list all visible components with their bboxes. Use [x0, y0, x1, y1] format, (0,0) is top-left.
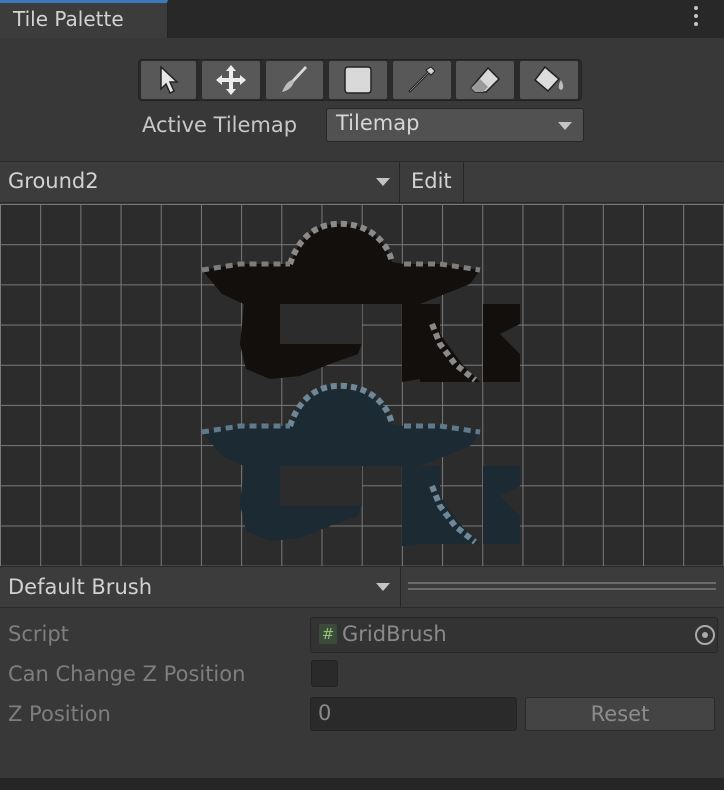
- move-tool-button[interactable]: [201, 60, 261, 100]
- z-position-label: Z Position: [8, 702, 111, 726]
- dark-tiles: [201, 220, 520, 383]
- paint-brush-tool-button[interactable]: [265, 60, 324, 100]
- eraser-tool-button[interactable]: [455, 60, 515, 100]
- script-label: Script: [8, 622, 69, 646]
- box-fill-icon: [344, 66, 372, 94]
- palette-tiles: [201, 220, 520, 546]
- eraser-icon: [469, 66, 501, 93]
- chevron-down-icon: [376, 583, 390, 591]
- flood-fill-tool-button[interactable]: [519, 60, 579, 100]
- palette-dropdown[interactable]: Ground2: [0, 162, 400, 202]
- brush-dropdown[interactable]: Default Brush: [0, 567, 401, 607]
- change-z-checkbox[interactable]: [311, 660, 338, 687]
- box-fill-tool-button[interactable]: [328, 60, 388, 100]
- chevron-down-icon: [558, 122, 572, 130]
- z-position-input[interactable]: 0: [310, 697, 517, 731]
- object-picker-icon[interactable]: [695, 625, 715, 645]
- move-arrows-icon: [216, 65, 246, 95]
- splitter-handle[interactable]: [408, 582, 716, 590]
- palette-name: Ground2: [8, 169, 99, 193]
- blue-tiles: [201, 382, 520, 546]
- paint-brush-icon: [281, 66, 307, 92]
- tab-title: Tile Palette: [13, 7, 124, 31]
- paint-bucket-icon: [533, 65, 564, 93]
- cursor-arrow-icon: [159, 65, 179, 95]
- script-value: GridBrush: [342, 622, 447, 646]
- picker-tool-button[interactable]: [392, 60, 452, 100]
- change-z-label: Can Change Z Position: [8, 662, 246, 686]
- edit-palette-button[interactable]: Edit: [401, 162, 464, 202]
- bottom-bar: [0, 778, 724, 790]
- chevron-down-icon: [376, 178, 390, 186]
- csharp-script-icon: #: [319, 624, 337, 644]
- active-tilemap-label: Active Tilemap: [142, 113, 298, 137]
- brush-name: Default Brush: [8, 575, 153, 599]
- more-options-icon[interactable]: [684, 6, 708, 32]
- reset-button[interactable]: Reset: [525, 697, 715, 731]
- select-tool-button[interactable]: [140, 60, 197, 100]
- eyedropper-icon: [408, 66, 436, 93]
- active-tilemap-dropdown[interactable]: Tilemap: [326, 108, 584, 142]
- active-tilemap-value: Tilemap: [336, 111, 420, 135]
- tile-palette-grid[interactable]: [0, 204, 724, 566]
- z-position-value: 0: [318, 701, 332, 725]
- edit-label: Edit: [411, 169, 452, 193]
- tab-tile-palette[interactable]: Tile Palette: [0, 0, 168, 38]
- reset-label: Reset: [590, 702, 650, 726]
- script-field[interactable]: # GridBrush: [310, 617, 718, 653]
